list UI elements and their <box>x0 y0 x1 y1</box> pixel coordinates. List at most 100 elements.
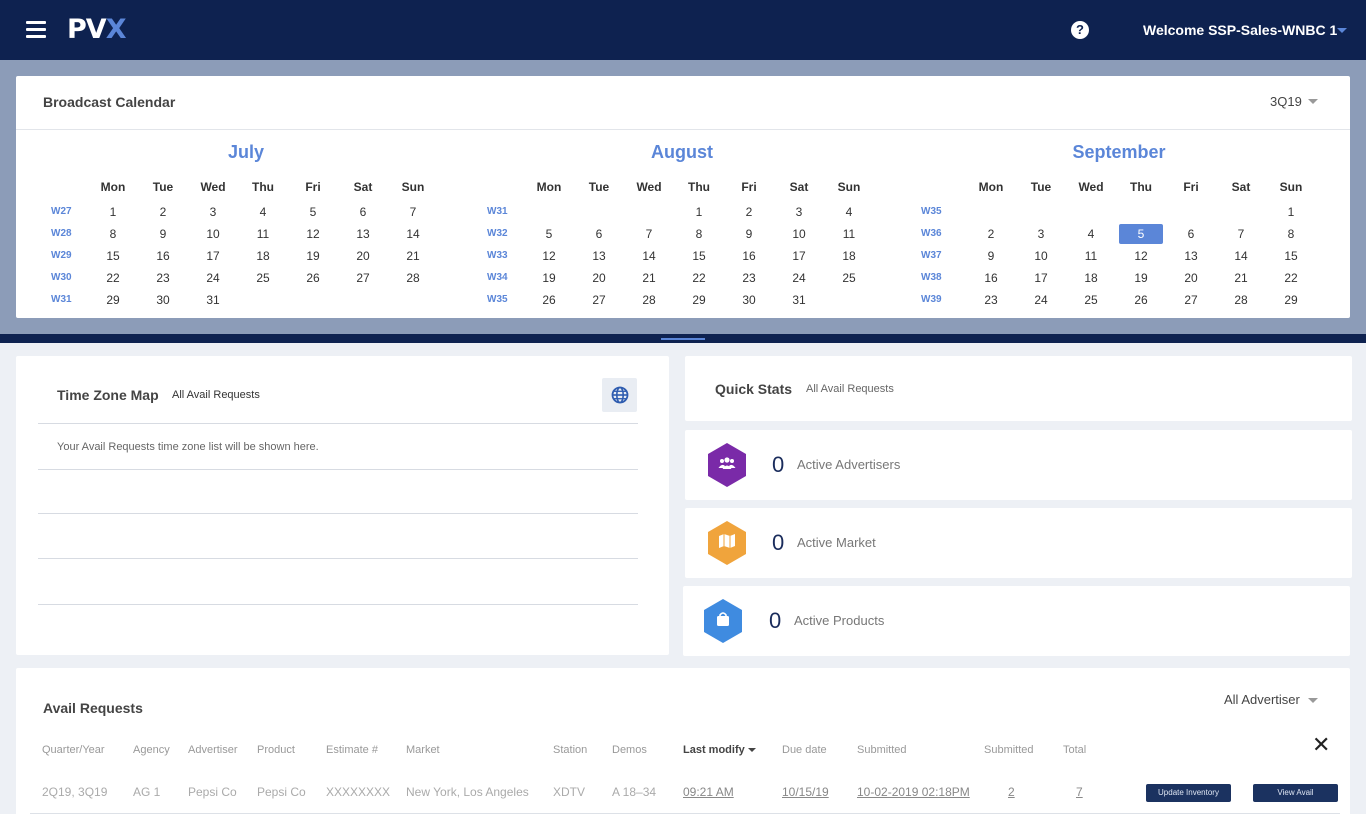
calendar-day[interactable]: 5 <box>291 202 335 222</box>
column-header[interactable]: Submitted <box>984 744 1034 756</box>
calendar-day[interactable]: 29 <box>677 290 721 310</box>
calendar-day[interactable]: 2 <box>141 202 185 222</box>
week-label[interactable]: W33 <box>487 250 508 261</box>
menu-icon[interactable] <box>26 21 46 38</box>
calendar-day[interactable]: 11 <box>1069 246 1113 266</box>
week-label[interactable]: W35 <box>487 294 508 305</box>
calendar-day[interactable]: 20 <box>577 268 621 288</box>
calendar-day[interactable]: 10 <box>777 224 821 244</box>
column-header[interactable]: Due date <box>782 744 827 756</box>
week-label[interactable]: W36 <box>921 228 942 239</box>
calendar-day[interactable]: 28 <box>1219 290 1263 310</box>
calendar-day[interactable]: 9 <box>141 224 185 244</box>
calendar-day[interactable]: 5 <box>527 224 571 244</box>
close-icon[interactable]: ✕ <box>1312 734 1330 756</box>
calendar-day[interactable]: 19 <box>527 268 571 288</box>
calendar-day[interactable]: 12 <box>291 224 335 244</box>
column-header[interactable]: Estimate # <box>326 744 378 756</box>
column-header[interactable]: Market <box>406 744 440 756</box>
calendar-day[interactable]: 15 <box>91 246 135 266</box>
calendar-day[interactable]: 26 <box>1119 290 1163 310</box>
column-header[interactable]: Agency <box>133 744 170 756</box>
calendar-day[interactable]: 25 <box>241 268 285 288</box>
update-inventory-button[interactable]: Update Inventory <box>1146 784 1231 802</box>
calendar-day[interactable]: 6 <box>1169 224 1213 244</box>
calendar-day[interactable]: 25 <box>1069 290 1113 310</box>
calendar-day[interactable]: 10 <box>191 224 235 244</box>
calendar-day[interactable]: 4 <box>1069 224 1113 244</box>
calendar-day[interactable]: 27 <box>341 268 385 288</box>
calendar-day[interactable]: 29 <box>1269 290 1313 310</box>
calendar-day[interactable]: 30 <box>141 290 185 310</box>
cell-total[interactable]: 7 <box>1076 785 1083 799</box>
calendar-day[interactable]: 11 <box>827 224 871 244</box>
calendar-day[interactable]: 20 <box>341 246 385 266</box>
column-header-sorted[interactable]: Last modify <box>683 744 756 756</box>
app-logo[interactable]: PVX <box>67 14 127 45</box>
week-label[interactable]: W32 <box>487 228 508 239</box>
calendar-day[interactable]: 14 <box>391 224 435 244</box>
globe-button[interactable] <box>602 378 637 412</box>
calendar-day[interactable]: 7 <box>391 202 435 222</box>
calendar-day[interactable]: 31 <box>777 290 821 310</box>
help-icon[interactable]: ? <box>1071 21 1089 39</box>
week-label[interactable]: W29 <box>51 250 72 261</box>
calendar-day[interactable]: 13 <box>577 246 621 266</box>
calendar-day[interactable]: 31 <box>191 290 235 310</box>
calendar-day[interactable]: 14 <box>1219 246 1263 266</box>
cell-last-modify[interactable]: 09:21 AM <box>683 785 734 799</box>
user-menu[interactable]: Welcome SSP-Sales-WNBC 1 <box>1143 22 1337 38</box>
calendar-day[interactable]: 3 <box>1019 224 1063 244</box>
week-label[interactable]: W35 <box>921 206 942 217</box>
calendar-day[interactable]: 28 <box>627 290 671 310</box>
calendar-day[interactable]: 1 <box>1269 202 1313 222</box>
calendar-day[interactable]: 26 <box>527 290 571 310</box>
calendar-day[interactable]: 2 <box>727 202 771 222</box>
advertiser-select[interactable]: All Advertiser <box>1224 692 1300 707</box>
calendar-day[interactable]: 25 <box>827 268 871 288</box>
calendar-day[interactable]: 1 <box>91 202 135 222</box>
calendar-day[interactable]: 17 <box>777 246 821 266</box>
calendar-day[interactable]: 3 <box>777 202 821 222</box>
calendar-day[interactable]: 5 <box>1119 224 1163 244</box>
calendar-day[interactable]: 16 <box>727 246 771 266</box>
calendar-day[interactable]: 22 <box>91 268 135 288</box>
calendar-day[interactable]: 24 <box>191 268 235 288</box>
calendar-day[interactable]: 21 <box>627 268 671 288</box>
calendar-day[interactable]: 13 <box>341 224 385 244</box>
calendar-day[interactable]: 24 <box>1019 290 1063 310</box>
calendar-day[interactable]: 7 <box>1219 224 1263 244</box>
week-label[interactable]: W28 <box>51 228 72 239</box>
column-header[interactable]: Total <box>1063 744 1086 756</box>
calendar-day[interactable]: 18 <box>827 246 871 266</box>
cell-submitted-count[interactable]: 2 <box>1008 785 1015 799</box>
calendar-day[interactable]: 21 <box>1219 268 1263 288</box>
quarter-select[interactable]: 3Q19 <box>1270 94 1302 109</box>
calendar-day[interactable]: 18 <box>241 246 285 266</box>
column-header[interactable]: Quarter/Year <box>42 744 105 756</box>
calendar-day[interactable]: 30 <box>727 290 771 310</box>
week-label[interactable]: W38 <box>921 272 942 283</box>
calendar-day[interactable]: 9 <box>969 246 1013 266</box>
calendar-day[interactable]: 1 <box>677 202 721 222</box>
week-label[interactable]: W27 <box>51 206 72 217</box>
calendar-day[interactable]: 4 <box>241 202 285 222</box>
calendar-day[interactable]: 12 <box>527 246 571 266</box>
week-label[interactable]: W37 <box>921 250 942 261</box>
calendar-day[interactable]: 11 <box>241 224 285 244</box>
calendar-day[interactable]: 4 <box>827 202 871 222</box>
calendar-day[interactable]: 16 <box>969 268 1013 288</box>
calendar-day[interactable]: 23 <box>969 290 1013 310</box>
calendar-day[interactable]: 22 <box>1269 268 1313 288</box>
chevron-down-icon[interactable] <box>1308 698 1318 703</box>
calendar-day[interactable]: 24 <box>777 268 821 288</box>
column-header[interactable]: Station <box>553 744 587 756</box>
calendar-day[interactable]: 22 <box>677 268 721 288</box>
calendar-day[interactable]: 18 <box>1069 268 1113 288</box>
week-label[interactable]: W34 <box>487 272 508 283</box>
column-header[interactable]: Advertiser <box>188 744 238 756</box>
calendar-day[interactable]: 15 <box>677 246 721 266</box>
chevron-down-icon[interactable] <box>1337 28 1347 33</box>
calendar-day[interactable]: 2 <box>969 224 1013 244</box>
week-label[interactable]: W30 <box>51 272 72 283</box>
